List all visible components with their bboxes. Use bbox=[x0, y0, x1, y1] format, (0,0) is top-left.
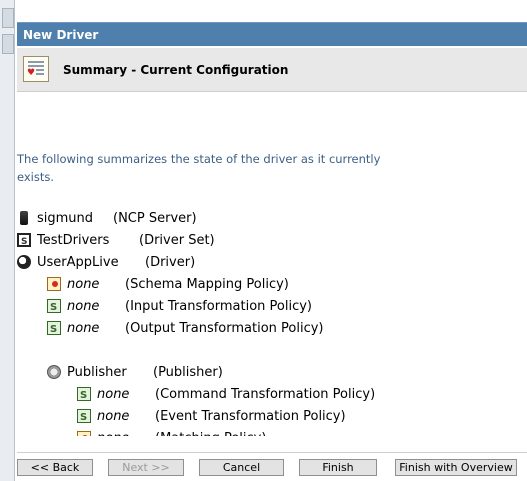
left-frame-strip bbox=[0, 0, 15, 481]
node-type: (Command Transformation Policy) bbox=[155, 387, 376, 402]
cancel-button[interactable]: Cancel bbox=[199, 459, 284, 476]
node-label: TestDrivers bbox=[37, 233, 110, 248]
node-label: none bbox=[97, 428, 155, 436]
intro-text: The following summarizes the state of th… bbox=[17, 152, 381, 184]
node-type: (Publisher) bbox=[153, 365, 223, 380]
summary-document-icon: ♥ bbox=[23, 56, 49, 82]
node-type: (Schema Mapping Policy) bbox=[125, 277, 289, 292]
divider bbox=[17, 452, 527, 453]
policy-icon bbox=[77, 385, 91, 407]
driver-icon bbox=[17, 254, 31, 269]
node-label: sigmund bbox=[37, 211, 94, 226]
tree-node-matching-policy: none(Matching Policy) bbox=[77, 428, 266, 436]
node-label: none bbox=[97, 409, 130, 424]
node-label: UserAppLive bbox=[37, 255, 119, 270]
finish-button[interactable]: Finish bbox=[299, 459, 377, 476]
tree-node-driver-set: TestDrivers (Driver Set) bbox=[17, 230, 215, 253]
node-label: Publisher bbox=[67, 365, 127, 380]
node-label: none bbox=[67, 321, 100, 336]
node-type: (Driver) bbox=[145, 255, 196, 270]
node-type: (NCP Server) bbox=[113, 211, 197, 226]
tree-node-output-policy: none (Output Transformation Policy) bbox=[47, 318, 324, 341]
policy-icon bbox=[47, 319, 61, 341]
node-type: (Event Transformation Policy) bbox=[155, 409, 346, 424]
tree-node-event-policy: none (Event Transformation Policy) bbox=[77, 406, 346, 429]
tree-node-command-policy: none (Command Transformation Policy) bbox=[77, 384, 376, 407]
policy-icon bbox=[77, 407, 91, 429]
node-type: (Driver Set) bbox=[139, 233, 215, 248]
window-title: New Driver bbox=[17, 22, 527, 46]
tree-node-schema-policy: none (Schema Mapping Policy) bbox=[47, 274, 289, 296]
summary-title: Summary - Current Configuration bbox=[63, 63, 289, 77]
policy-icon bbox=[47, 297, 61, 319]
schema-policy-icon bbox=[47, 276, 61, 291]
publisher-icon bbox=[47, 364, 61, 379]
matching-policy-icon bbox=[77, 430, 91, 436]
frame-tab bbox=[2, 34, 14, 54]
node-type: (Output Transformation Policy) bbox=[125, 321, 324, 336]
next-button[interactable]: Next >> bbox=[108, 459, 184, 476]
tree-node-input-policy: none (Input Transformation Policy) bbox=[47, 296, 312, 319]
tree-node-publisher: Publisher (Publisher) bbox=[47, 362, 223, 384]
driver-set-icon bbox=[17, 231, 31, 253]
summary-header: ♥ Summary - Current Configuration bbox=[17, 48, 527, 92]
finish-with-overview-button[interactable]: Finish with Overview bbox=[395, 459, 517, 476]
node-label: none bbox=[67, 277, 100, 292]
frame-tab bbox=[2, 8, 14, 28]
back-button[interactable]: << Back bbox=[17, 459, 93, 476]
node-label: none bbox=[67, 299, 100, 314]
server-icon bbox=[20, 210, 28, 225]
wizard-button-bar: << Back Next >> Cancel Finish Finish wit… bbox=[17, 459, 527, 477]
tree-node-driver: UserAppLive (Driver) bbox=[17, 252, 195, 274]
tree-node-server: sigmund (NCP Server) bbox=[17, 208, 197, 230]
node-type: (Input Transformation Policy) bbox=[125, 299, 312, 314]
node-label: none bbox=[97, 387, 130, 402]
configuration-tree: sigmund (NCP Server) TestDrivers (Driver S… bbox=[17, 208, 527, 436]
node-type: (Matching Policy) bbox=[155, 428, 266, 436]
